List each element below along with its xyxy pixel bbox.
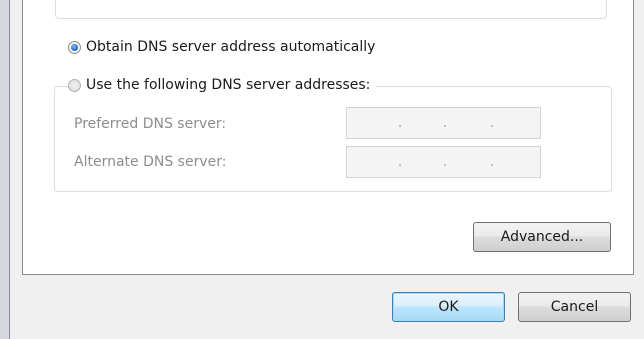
parent-window-edge — [0, 0, 10, 339]
ip-separator: . — [443, 116, 448, 131]
cancel-button[interactable]: Cancel — [518, 292, 631, 322]
ok-button[interactable]: OK — [392, 292, 505, 322]
use-following-dns-radio[interactable]: Use the following DNS server addresses: — [68, 75, 377, 95]
preferred-dns-field[interactable]: . . . — [346, 107, 541, 139]
ip-separator: . — [443, 155, 448, 170]
preferred-dns-label: Preferred DNS server: — [74, 116, 227, 132]
advanced-button[interactable]: Advanced... — [473, 222, 611, 252]
general-tab-panel: Obtain DNS server address automatically … — [22, 0, 634, 275]
ip-separator: . — [490, 155, 495, 170]
obtain-dns-auto-radio[interactable]: Obtain DNS server address automatically — [68, 37, 375, 57]
alternate-dns-label: Alternate DNS server: — [74, 154, 227, 170]
radio-unchecked-icon[interactable] — [68, 78, 81, 92]
ip-separator: . — [398, 116, 403, 131]
radio-checked-icon[interactable] — [68, 40, 81, 54]
obtain-dns-auto-label[interactable]: Obtain DNS server address automatically — [86, 39, 375, 55]
ipv4-properties-dialog: Obtain DNS server address automatically … — [0, 0, 644, 339]
use-following-dns-label[interactable]: Use the following DNS server addresses: — [86, 77, 370, 93]
ip-address-groupbox — [55, 0, 607, 19]
alternate-dns-field[interactable]: . . . — [346, 146, 541, 178]
ip-separator: . — [398, 155, 403, 170]
ip-separator: . — [490, 116, 495, 131]
